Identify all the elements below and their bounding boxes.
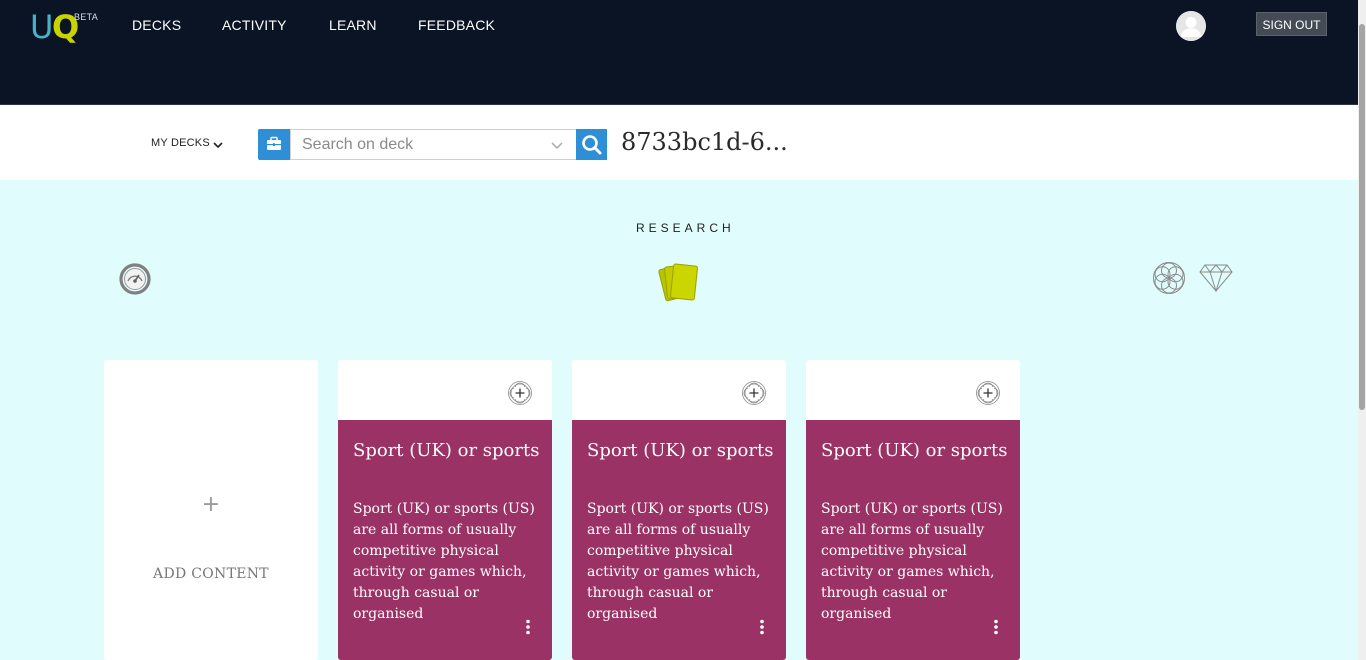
chevron-down-icon[interactable] <box>550 137 564 156</box>
add-content-card[interactable]: + ADD CONTENT <box>104 360 318 660</box>
nav-feedback[interactable]: FEEDBACK <box>418 17 495 33</box>
search-button[interactable] <box>576 129 607 160</box>
plus-icon: + <box>201 492 221 517</box>
add-to-collection-icon[interactable] <box>975 380 1001 410</box>
kebab-menu-icon[interactable] <box>758 619 766 639</box>
my-decks-dropdown[interactable]: MY DECKS <box>151 137 210 149</box>
add-content-label: ADD CONTENT <box>153 566 269 582</box>
nav-activity[interactable]: ACTIVITY <box>222 17 287 33</box>
card-title: Sport (UK) or sports <box>353 440 540 461</box>
nav-decks[interactable]: DECKS <box>132 17 181 33</box>
chevron-down-icon[interactable] <box>212 136 224 155</box>
card-body: Sport (UK) or sports Sport (UK) or sport… <box>338 420 552 660</box>
card-text: Sport (UK) or sports (US) are all forms … <box>353 501 535 622</box>
content-card[interactable]: Sport (UK) or sports Sport (UK) or sport… <box>572 360 786 660</box>
card-title: Sport (UK) or sports <box>587 440 774 461</box>
scrollbar-thumb[interactable] <box>1359 24 1365 410</box>
section-title: RESEARCH <box>636 221 735 235</box>
nav-learn[interactable]: LEARN <box>329 17 377 33</box>
content-card[interactable]: Sport (UK) or sports Sport (UK) or sport… <box>338 360 552 660</box>
card-title: Sport (UK) or sports <box>821 440 1008 461</box>
deck-search <box>258 129 607 160</box>
search-input[interactable] <box>290 129 576 160</box>
search-icon <box>582 135 602 155</box>
cards-icon <box>658 261 706 309</box>
gauge-icon[interactable] <box>118 262 152 300</box>
card-header <box>572 360 786 420</box>
add-to-collection-icon[interactable] <box>507 380 533 410</box>
diamond-icon[interactable] <box>1198 263 1234 297</box>
card-text: Sport (UK) or sports (US) are all forms … <box>821 501 1003 622</box>
deck-id-title: 8733bc1d-6... <box>621 128 788 156</box>
card-header <box>338 360 552 420</box>
kebab-menu-icon[interactable] <box>992 619 1000 639</box>
beta-badge: BETA <box>74 12 99 22</box>
add-to-collection-icon[interactable] <box>741 380 767 410</box>
card-body: Sport (UK) or sports Sport (UK) or sport… <box>572 420 786 660</box>
card-text: Sport (UK) or sports (US) are all forms … <box>587 501 769 622</box>
flower-icon[interactable] <box>1152 261 1186 299</box>
logo-letter-u: U <box>30 8 54 46</box>
sign-out-button[interactable]: SIGN OUT <box>1256 12 1327 36</box>
kebab-menu-icon[interactable] <box>524 619 532 639</box>
content-card[interactable]: Sport (UK) or sports Sport (UK) or sport… <box>806 360 1020 660</box>
card-body: Sport (UK) or sports Sport (UK) or sport… <box>806 420 1020 660</box>
card-header <box>806 360 1020 420</box>
briefcase-icon[interactable] <box>258 129 290 160</box>
top-nav: U Q BETA DECKS ACTIVITY LEARN FEEDBACK S… <box>0 0 1358 105</box>
user-avatar-icon[interactable] <box>1176 11 1206 41</box>
